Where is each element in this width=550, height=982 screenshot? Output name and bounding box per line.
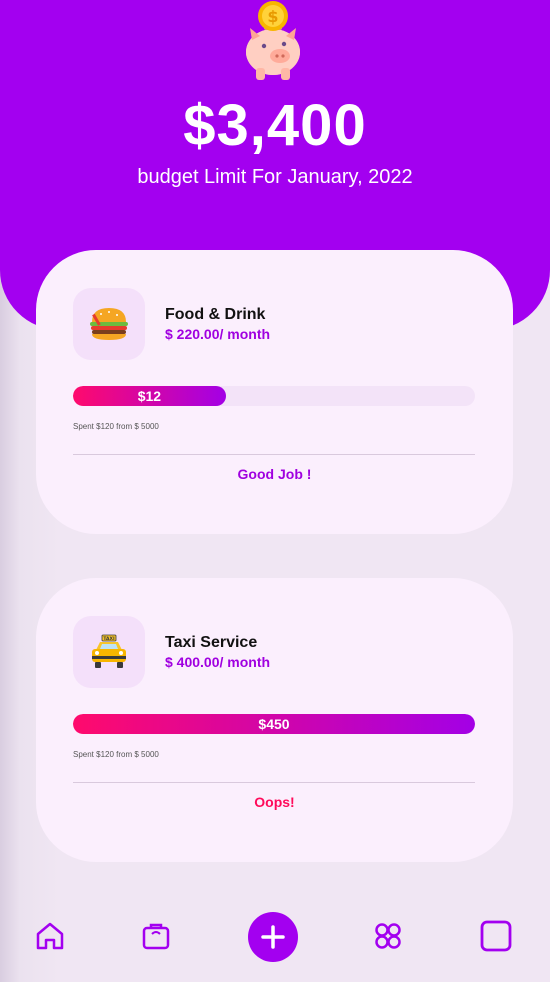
progress-track: $450 bbox=[73, 714, 475, 734]
taxi-icon: TAXI bbox=[92, 634, 126, 668]
category-icon-box bbox=[73, 288, 145, 360]
svg-text:TAXI: TAXI bbox=[103, 636, 115, 642]
card-rate: $ 400.00/ month bbox=[165, 654, 271, 670]
budget-card-food[interactable]: Food & Drink $ 220.00/ month $12 Spent $… bbox=[36, 250, 513, 534]
budget-subtitle: budget Limit For January, 2022 bbox=[137, 166, 413, 188]
status-text: Good Job ! bbox=[237, 466, 312, 482]
progress-fill: $450 bbox=[73, 714, 475, 734]
budget-amount: $3,400 bbox=[183, 93, 367, 158]
wallet-icon bbox=[142, 923, 170, 950]
status-text: Oops! bbox=[254, 794, 295, 810]
nav-home-button[interactable] bbox=[32, 918, 68, 954]
spent-text: Spent $120 from $ 5000 bbox=[73, 422, 159, 431]
nav-square-button[interactable] bbox=[478, 918, 514, 954]
home-icon bbox=[36, 922, 64, 950]
divider bbox=[73, 782, 475, 783]
grid-icon bbox=[375, 923, 401, 949]
progress-fill: $12 bbox=[73, 386, 226, 406]
category-icon-box: TAXI bbox=[73, 616, 145, 688]
nav-wallet-button[interactable] bbox=[138, 918, 174, 954]
plus-icon bbox=[261, 925, 285, 949]
spent-text: Spent $120 from $ 5000 bbox=[73, 750, 159, 759]
burger-icon bbox=[90, 308, 128, 340]
card-title: Food & Drink bbox=[165, 306, 266, 323]
bottom-navbar bbox=[0, 900, 550, 982]
add-button[interactable] bbox=[248, 912, 298, 962]
progress-track: $12 bbox=[73, 386, 475, 406]
divider bbox=[73, 454, 475, 455]
budget-card-taxi[interactable]: TAXI Taxi Service $ 400.00/ month $450 S… bbox=[36, 578, 513, 862]
svg-text:$: $ bbox=[267, 7, 278, 26]
card-title: Taxi Service bbox=[165, 634, 258, 651]
card-rate: $ 220.00/ month bbox=[165, 326, 271, 342]
square-icon bbox=[480, 920, 512, 952]
piggy-bank-icon: $ bbox=[246, 1, 300, 80]
nav-grid-button[interactable] bbox=[370, 918, 406, 954]
